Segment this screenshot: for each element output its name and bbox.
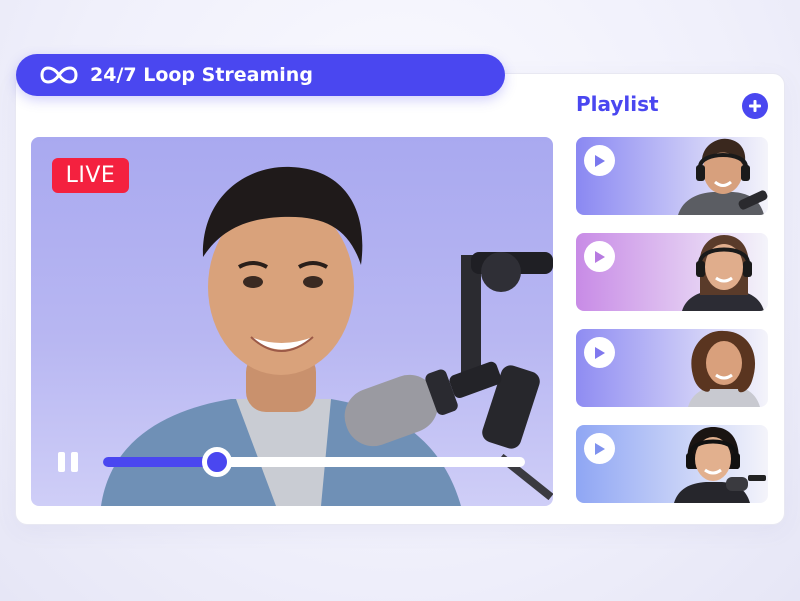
play-button[interactable] xyxy=(584,433,615,464)
thumbnail-photo xyxy=(682,235,764,311)
play-icon xyxy=(594,250,605,263)
thumbnail-photo xyxy=(678,138,768,215)
play-button[interactable] xyxy=(584,241,615,272)
add-to-playlist-button[interactable] xyxy=(742,93,768,119)
play-icon xyxy=(594,346,605,359)
progress-slider[interactable] xyxy=(103,447,525,477)
live-video[interactable]: LIVE xyxy=(31,137,553,506)
playlist-title: Playlist xyxy=(576,92,659,116)
pause-icon[interactable] xyxy=(58,452,78,472)
play-icon xyxy=(594,442,605,455)
playlist-item[interactable] xyxy=(576,329,768,407)
plus-icon xyxy=(749,100,761,112)
play-button[interactable] xyxy=(584,337,615,368)
thumbnail-photo xyxy=(688,330,760,407)
progress-thumb[interactable] xyxy=(201,447,232,477)
playlist-item[interactable] xyxy=(576,137,768,215)
progress-fill xyxy=(103,457,217,467)
play-button[interactable] xyxy=(584,145,615,176)
thumbnail-photo xyxy=(674,427,766,503)
playlist-item[interactable] xyxy=(576,233,768,311)
play-icon xyxy=(594,154,605,167)
live-badge: LIVE xyxy=(52,158,129,193)
loop-streaming-banner: 24/7 Loop Streaming xyxy=(16,54,505,96)
infinity-icon xyxy=(40,66,78,84)
banner-title: 24/7 Loop Streaming xyxy=(90,64,313,86)
playlist-item[interactable] xyxy=(576,425,768,503)
